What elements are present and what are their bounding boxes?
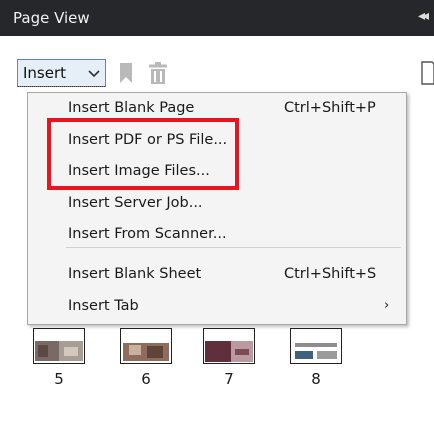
menu-item-insert-server-job[interactable]: Insert Server Job...: [28, 189, 406, 219]
menu-item-insert-tab[interactable]: Insert Tab ›: [28, 292, 406, 322]
page-thumbnail[interactable]: [290, 328, 342, 364]
menu-item-label: Insert Tab: [68, 298, 139, 314]
collapse-panel-icon[interactable]: ◂◂: [418, 8, 429, 24]
thumbnail-image: [123, 343, 169, 361]
menu-item-label: Insert Blank Page: [68, 100, 195, 116]
thumbnail-image: [205, 341, 253, 362]
menu-item-label: Insert From Scanner...: [68, 226, 227, 242]
page-icon[interactable]: [421, 61, 434, 85]
thumbnail-image: [295, 343, 337, 359]
menu-item-shortcut: Ctrl+Shift+S: [284, 266, 377, 282]
thumbnail-image: [35, 341, 83, 361]
page-number: 7: [224, 370, 234, 388]
page-number: 5: [54, 370, 64, 388]
menu-item-label: Insert Server Job...: [68, 195, 203, 211]
submenu-arrow-icon: ›: [384, 298, 390, 313]
bookmark-icon[interactable]: [118, 62, 134, 84]
insert-dropdown-button[interactable]: Insert: [17, 59, 106, 87]
panel-titlebar: Page View ◂◂: [0, 0, 434, 36]
menu-item-label: Insert Blank Sheet: [68, 266, 202, 282]
page-thumbnail[interactable]: [120, 328, 172, 364]
page-thumbnail[interactable]: [33, 328, 85, 364]
menu-separator: [66, 247, 401, 248]
trash-icon[interactable]: [148, 61, 168, 85]
page-thumbnail[interactable]: [203, 328, 255, 364]
chevron-down-icon: [88, 70, 100, 78]
toolbar: Insert: [0, 36, 434, 94]
page-number: 6: [141, 370, 151, 388]
annotation-highlight-box: [47, 118, 239, 190]
insert-dropdown-label: Insert: [23, 64, 67, 82]
panel-title: Page View: [13, 9, 90, 27]
menu-item-insert-blank-sheet[interactable]: Insert Blank Sheet Ctrl+Shift+S: [28, 260, 406, 290]
page-number: 8: [311, 370, 321, 388]
menu-item-insert-from-scanner[interactable]: Insert From Scanner...: [28, 220, 406, 250]
menu-item-shortcut: Ctrl+Shift+P: [284, 100, 376, 116]
